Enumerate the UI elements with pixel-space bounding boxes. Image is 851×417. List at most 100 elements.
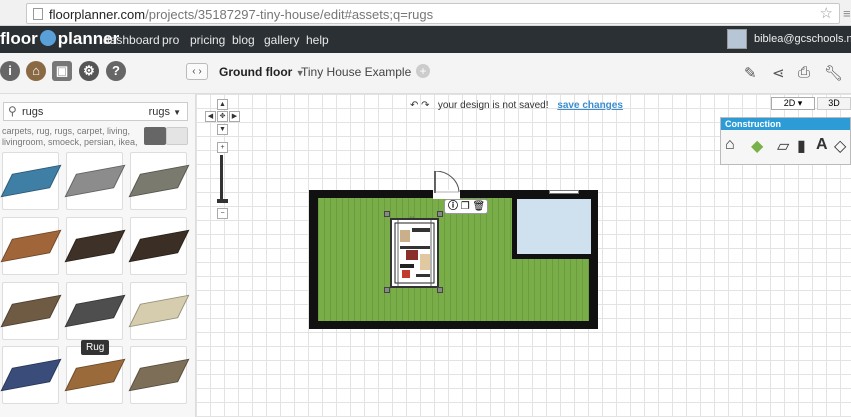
pan-center-button[interactable]: ✥ [217, 111, 228, 122]
rug-thumbnail [64, 164, 126, 198]
resize-handle-br[interactable] [437, 287, 443, 293]
window[interactable] [549, 190, 579, 194]
tooltip: Rug [81, 340, 110, 355]
toolbar: i ⌂ ▣ ⚙ ? ‹ › Ground floor ▼ Tiny House … [0, 53, 851, 94]
collapse-sidebar-button[interactable]: ‹ › [186, 63, 208, 80]
user-email[interactable]: biblea@gcschools.net [754, 33, 851, 45]
asset-tile[interactable] [64, 152, 126, 210]
door-tool-icon[interactable]: ▮ [797, 136, 806, 156]
pan-up-button[interactable]: ▲ [217, 99, 228, 110]
rug-thumbnail [64, 229, 126, 263]
pan-right-button[interactable]: ▶ [229, 111, 240, 122]
text-tool-icon[interactable]: A [816, 136, 828, 156]
redo-icon[interactable]: ↷ [421, 100, 429, 111]
zoom-slider[interactable] [220, 155, 223, 200]
help-icon[interactable]: ? [106, 61, 126, 81]
dimension-tool-icon[interactable]: ◇ [834, 136, 846, 156]
rug-thumbnail [128, 229, 190, 263]
furniture-icon[interactable]: ⌂ [26, 61, 46, 81]
zoom-out-button[interactable]: − [217, 208, 228, 219]
asset-tile[interactable] [64, 217, 126, 275]
mode-3d-button[interactable]: 3D [817, 97, 851, 110]
floor-tool-icon[interactable]: ◆ [751, 136, 763, 156]
asset-tile[interactable] [0, 346, 62, 404]
asset-tile[interactable] [128, 282, 190, 340]
chevron-down-icon: ▼ [173, 108, 181, 117]
avatar[interactable] [727, 29, 747, 49]
rug-thumbnail [64, 358, 126, 392]
app-header: floor planner dashboard pro pricing blog … [0, 26, 851, 53]
search-input[interactable]: ⚲ rugs rugs ▼ [3, 102, 188, 121]
project-dropdown[interactable]: Tiny House Example ▼ [301, 65, 424, 79]
nav-dashboard[interactable]: dashboard [103, 33, 160, 47]
rug-thumbnail [64, 294, 126, 328]
save-changes-link[interactable]: save changes [557, 100, 623, 111]
mode-2d-button[interactable]: 2D ▾ [771, 97, 815, 110]
rug-thumbnail [0, 164, 62, 198]
surface-tool-icon[interactable]: ▱ [777, 136, 789, 156]
status-text: your design is not saved! [437, 100, 549, 111]
resize-handle-tl[interactable] [384, 211, 390, 217]
construction-panel: Construction ⌂ ◆ ▱ ▮ A ◇ [720, 117, 851, 165]
resize-handle-tr[interactable] [437, 211, 443, 217]
bathroom-floor[interactable] [517, 199, 591, 254]
url-text: floorplanner.com/projects/35187297-tiny-… [49, 7, 434, 22]
asset-tile[interactable] [0, 282, 62, 340]
wrench-icon[interactable]: 🔧︎ [824, 64, 843, 82]
bookmark-star-icon[interactable]: ☆ [820, 4, 833, 22]
view-2d-toggle[interactable] [166, 127, 188, 145]
duplicate-icon[interactable]: ❐ [461, 201, 470, 212]
object-menu: ⓘ ❐ 🗑︎ [444, 199, 488, 214]
wall-tool-icon[interactable]: ⌂ [725, 136, 735, 156]
zoom-slider-thumb[interactable] [217, 199, 228, 203]
tag-list[interactable]: carpets, rug, rugs, carpet, living, livi… [2, 126, 142, 148]
category-select[interactable]: rugs ▼ [149, 106, 181, 118]
nav-pro[interactable]: pro [162, 33, 179, 47]
share-icon[interactable]: ⋖ [772, 64, 785, 82]
rug-thumbnail [0, 358, 62, 392]
view-3d-toggle[interactable] [144, 127, 166, 145]
nav-gallery[interactable]: gallery [264, 33, 299, 47]
pan-down-button[interactable]: ▼ [217, 124, 228, 135]
nav-blog[interactable]: blog [232, 33, 255, 47]
resize-handle-bl[interactable] [384, 287, 390, 293]
asset-sidebar: ⚲ rugs rugs ▼ carpets, rug, rugs, carpet… [0, 94, 196, 417]
asset-tile[interactable] [0, 217, 62, 275]
asset-tile[interactable] [64, 282, 126, 340]
info-icon[interactable]: i [0, 61, 20, 81]
settings-icon[interactable]: ⚙ [79, 61, 99, 81]
rug-thumbnail [128, 358, 190, 392]
asset-tile[interactable] [128, 217, 190, 275]
logo-mark-icon [39, 30, 56, 46]
asset-tile[interactable] [0, 152, 62, 210]
zoom-in-button[interactable]: + [217, 142, 228, 153]
search-query[interactable]: rugs [22, 106, 43, 118]
rug-thumbnail [0, 229, 62, 263]
door[interactable] [433, 171, 460, 193]
page-icon [33, 8, 43, 20]
nav-help[interactable]: help [306, 33, 329, 47]
rug-thumbnail [0, 294, 62, 328]
selected-rug[interactable] [390, 218, 439, 288]
asset-tile[interactable] [128, 152, 190, 210]
rotate-handle-icon[interactable]: ⇔ [408, 212, 416, 221]
floor-dropdown[interactable]: Ground floor ▼ [219, 65, 305, 79]
browser-menu-icon[interactable]: ≡ [843, 6, 851, 21]
browser-bar: floorplanner.com/projects/35187297-tiny-… [0, 0, 851, 26]
eraser-icon[interactable]: ✎ [744, 64, 757, 82]
rug-thumbnail [128, 294, 190, 328]
logo[interactable]: floor planner [0, 29, 119, 49]
info-icon[interactable]: ⓘ [448, 201, 458, 212]
undo-icon[interactable]: ↶ [410, 100, 418, 111]
url-bar[interactable]: floorplanner.com/projects/35187297-tiny-… [26, 3, 840, 24]
asset-tile[interactable] [128, 346, 190, 404]
print-icon[interactable]: ⎙ [798, 64, 810, 81]
search-icon: ⚲ [8, 104, 17, 118]
nav-pricing[interactable]: pricing [190, 33, 225, 47]
trash-icon[interactable]: 🗑︎ [473, 201, 486, 212]
rug-thumbnail [128, 164, 190, 198]
pan-left-button[interactable]: ◀ [205, 111, 216, 122]
picture-icon[interactable]: ▣ [52, 61, 72, 81]
add-floor-icon[interactable]: + [416, 64, 430, 78]
construction-title: Construction [721, 118, 850, 130]
